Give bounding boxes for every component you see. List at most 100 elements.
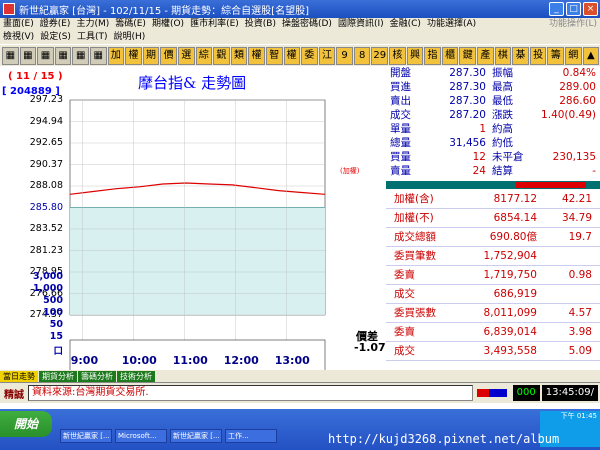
minimize-button[interactable]: _ (549, 2, 564, 16)
toolbar-button[interactable]: 籌 (547, 46, 564, 65)
quote-value-2: 286.60 (559, 95, 596, 107)
price-tick-label: 294.94 (29, 115, 63, 127)
toolbar-icon[interactable]: ▦ (72, 46, 89, 65)
toolbar-button[interactable]: 櫃 (441, 46, 459, 65)
index-row: 委賣 6,839,014 3.98 (386, 323, 600, 342)
taskbar-task[interactable]: 新世紀贏家 [... (60, 429, 112, 443)
menu-item[interactable]: 設定(S) (37, 31, 74, 44)
tab-item[interactable]: 期貨分析 (39, 370, 77, 382)
index-label: 加權(含) (394, 193, 434, 205)
index-value: 1,719,750 (483, 269, 537, 281)
tab-item[interactable]: 籌碼分析 (78, 370, 116, 382)
tab-item[interactable]: 技術分析 (117, 370, 155, 382)
quote-row: 買進 287.30 最高 289.00 (386, 80, 600, 94)
menu-item[interactable]: 工具(T) (74, 31, 111, 44)
index-row: 加權(含) 8177.12 42.21 (386, 190, 600, 209)
menu-item[interactable]: 主力(M) (73, 18, 112, 31)
toolbar-button[interactable]: 綜 (195, 46, 213, 65)
quote-label: 買量 (390, 151, 411, 163)
menu-item[interactable]: 證券(E) (37, 18, 74, 31)
menu-item[interactable]: 籌碼(E) (112, 18, 149, 31)
toolbar-button[interactable]: 指 (424, 46, 441, 65)
title-bar[interactable]: 新世紀贏家 [台灣] - 102/11/15 - 期貨走勢：綜合自選股[名望股]… (0, 0, 600, 18)
taskbar-task[interactable]: Microsoft... (115, 429, 167, 443)
toolbar-button[interactable]: 鍵 (459, 46, 477, 65)
toolbar-button[interactable]: 價 (160, 46, 177, 65)
toolbar-button[interactable]: 智 (265, 46, 283, 65)
maximize-button[interactable]: □ (566, 2, 581, 16)
menu-item-right[interactable]: 功能操作(L) (546, 18, 600, 31)
toolbar-button[interactable]: 觀 (213, 46, 230, 65)
toolbar-button[interactable]: 權 (125, 46, 142, 65)
toolbar-button[interactable]: 加 (107, 46, 125, 65)
toolbar-button[interactable]: 網 (565, 46, 582, 65)
toolbar-button[interactable]: 期 (142, 46, 160, 65)
index-extra: 5.09 (568, 345, 592, 357)
index-label: 委買筆數 (394, 250, 436, 262)
quote-row: 開盤 287.30 振幅 0.84% (386, 66, 600, 80)
toolbar-button[interactable]: 投 (529, 46, 547, 65)
toolbar-button[interactable]: 29 (371, 46, 389, 65)
toolbar-button[interactable]: 選 (177, 46, 195, 65)
bid-ask-bar (386, 181, 600, 189)
toolbar-icon[interactable]: ▦ (54, 46, 72, 65)
quote-row: 單量 1 約高 (386, 122, 600, 136)
toolbar-icon[interactable]: ▦ (89, 46, 107, 65)
toolbar-icon[interactable]: ▦ (2, 46, 19, 65)
close-button[interactable]: × (583, 2, 598, 16)
toolbar-button[interactable]: 類 (230, 46, 248, 65)
toolbar-button[interactable]: 棋 (494, 46, 512, 65)
index-label: 委賣 (394, 326, 415, 338)
quote-value: 287.20 (449, 109, 486, 121)
toolbar-button[interactable]: 權 (248, 46, 265, 65)
quote-value: 287.30 (449, 95, 486, 107)
index-row: 成交總額 690.80億 19.7 (386, 228, 600, 247)
quote-value: 24 (472, 165, 486, 177)
quote-value: 12 (472, 151, 486, 163)
tab-item[interactable]: 當日走勢 (0, 370, 38, 382)
broker-button[interactable]: 精誠 (0, 386, 28, 401)
quote-value-2 (536, 122, 596, 136)
price-tick-label: 288.08 (29, 180, 63, 191)
toolbar-button[interactable]: 權 (283, 46, 301, 65)
toolbar-button[interactable]: 委 (301, 46, 318, 65)
menu-item[interactable]: 期權(O) (149, 18, 187, 31)
status-count: 000 (512, 385, 540, 401)
index-value: 8177.12 (493, 193, 537, 205)
quote-value-2: - (592, 165, 596, 177)
toolbar-button[interactable]: 江 (318, 46, 336, 65)
toolbar-button[interactable]: 9 (336, 46, 353, 65)
quote-value-2: 1.40(0.49) (541, 109, 596, 121)
menu-item[interactable]: 功能選擇(A) (424, 18, 479, 31)
toolbar-button[interactable]: 興 (406, 46, 424, 65)
time-tick-label: 10:00 (121, 354, 157, 367)
quote-label-2: 漲跌 (492, 109, 513, 121)
menu-row-2: 檢視(V) 設定(S) 工具(T) 說明(H) (0, 31, 600, 44)
menu-item[interactable]: 匯市利率(E) (187, 18, 242, 31)
menu-item[interactable]: 說明(H) (110, 31, 148, 44)
quote-panel: 開盤 287.30 振幅 0.84% 買進 287.30 最高 289.00 賣出 287.30 最… (386, 66, 600, 181)
quote-label: 成交 (390, 109, 411, 121)
menu-item[interactable]: 金融(C) (387, 18, 424, 31)
toolbar-icon[interactable]: ▦ (19, 46, 37, 65)
menu-item[interactable]: 檢視(V) (0, 31, 37, 44)
toolbar-button[interactable]: ▲ (582, 46, 600, 65)
toolbar-button[interactable]: 核 (389, 46, 406, 65)
menu-item[interactable]: 畫面(E) (0, 18, 37, 31)
unchanged-tag: (加權) (340, 167, 360, 175)
toolbar-button[interactable]: 棊 (512, 46, 529, 65)
index-extra: 3.98 (568, 326, 592, 338)
taskbar-task[interactable]: 工作... (225, 429, 277, 443)
toolbar-icon[interactable]: ▦ (37, 46, 54, 65)
index-extra: 19.7 (568, 231, 592, 243)
index-value: 686,919 (493, 288, 537, 300)
start-button[interactable]: 開始 (0, 411, 52, 437)
tray-clock: 下午 01:45 (560, 412, 597, 420)
index-label: 成交總額 (394, 231, 436, 243)
menu-item[interactable]: 操盤密碼(D) (279, 18, 335, 31)
taskbar-task[interactable]: 新世紀贏家 [... (170, 429, 222, 443)
menu-item[interactable]: 投資(B) (242, 18, 279, 31)
toolbar-button[interactable]: 產 (477, 46, 494, 65)
menu-item[interactable]: 國際資訊(I) (335, 18, 387, 31)
toolbar-button[interactable]: 8 (353, 46, 371, 65)
